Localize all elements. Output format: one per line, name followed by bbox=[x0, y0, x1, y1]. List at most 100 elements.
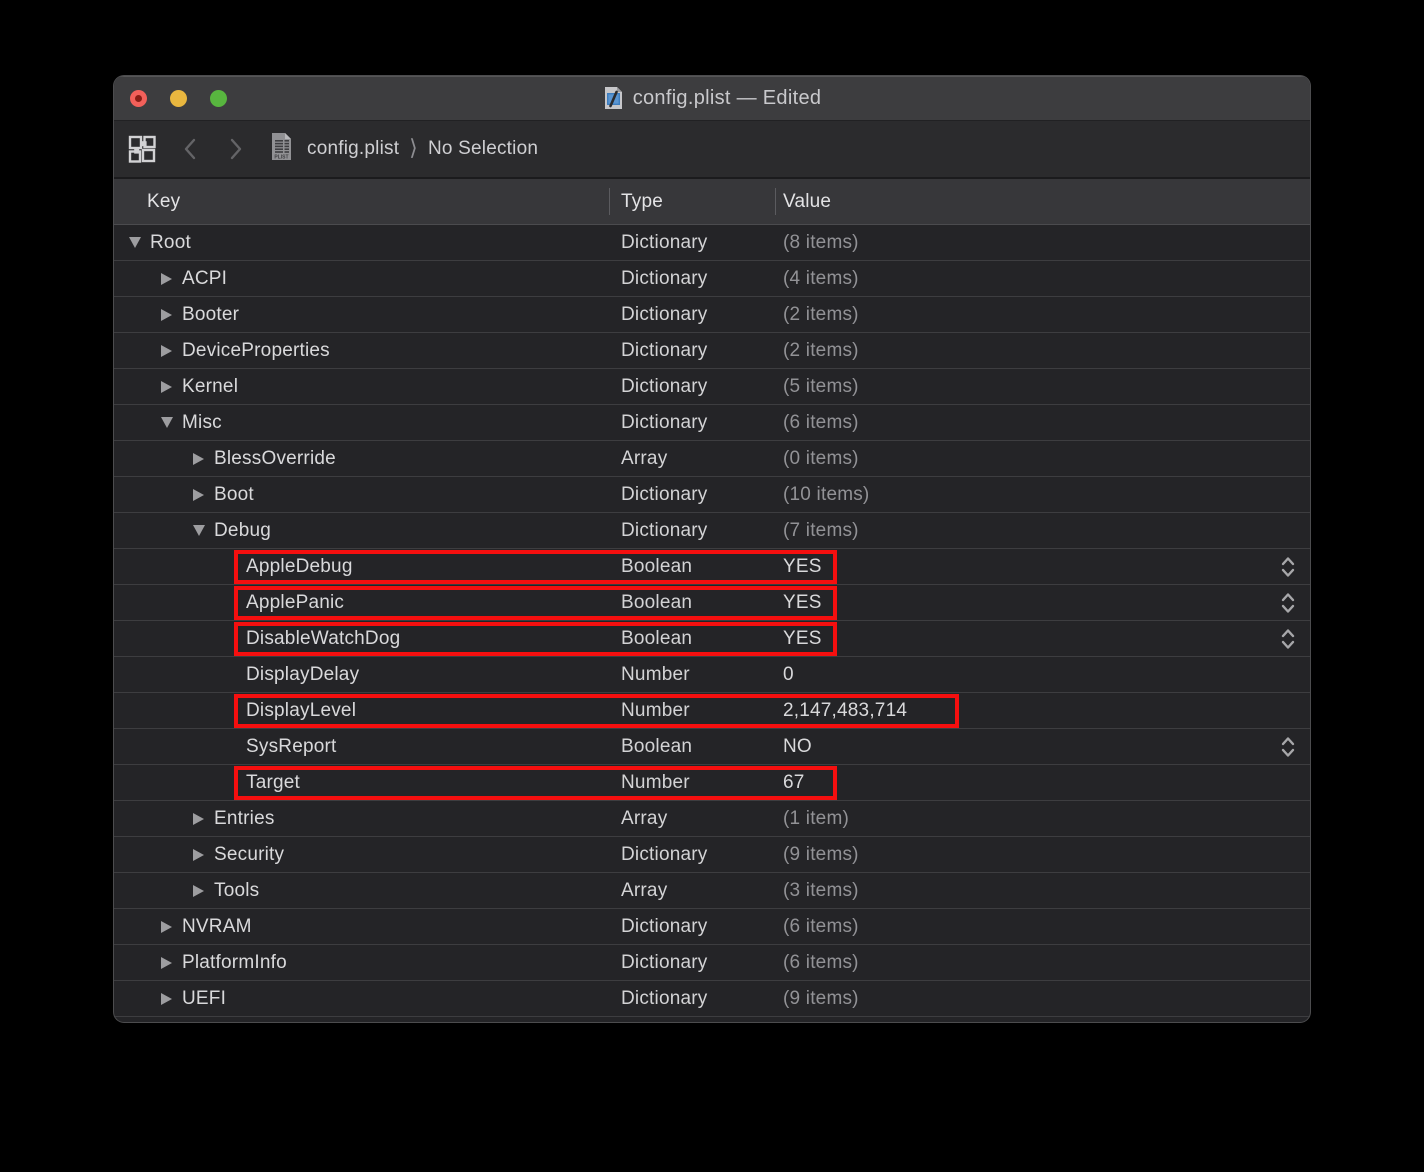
table-row-blessoverride[interactable]: BlessOverride Array (0 items) bbox=[114, 441, 1310, 477]
table-row-misc[interactable]: Misc Dictionary (6 items) bbox=[114, 405, 1310, 441]
value-cell[interactable]: (4 items) bbox=[775, 261, 1310, 296]
value-stepper[interactable] bbox=[1280, 590, 1296, 615]
type-cell[interactable]: Number bbox=[609, 693, 775, 728]
value-cell[interactable]: YES bbox=[775, 549, 1310, 584]
type-cell[interactable]: Dictionary bbox=[609, 513, 775, 548]
type-cell[interactable]: Dictionary bbox=[609, 297, 775, 332]
table-row-uefi[interactable]: UEFI Dictionary (9 items) bbox=[114, 981, 1310, 1017]
disclosure-triangle-icon[interactable] bbox=[193, 849, 214, 861]
type-cell[interactable]: Number bbox=[609, 765, 775, 800]
type-cell[interactable]: Dictionary bbox=[609, 333, 775, 368]
value-cell[interactable]: (6 items) bbox=[775, 945, 1310, 980]
value-cell[interactable]: (9 items) bbox=[775, 837, 1310, 872]
value-cell[interactable]: (3 items) bbox=[775, 873, 1310, 908]
table-row-boot[interactable]: Boot Dictionary (10 items) bbox=[114, 477, 1310, 513]
type-cell[interactable]: Array bbox=[609, 801, 775, 836]
table-row-applepanic[interactable]: ApplePanic Boolean YES bbox=[114, 585, 1310, 621]
table-row-entries[interactable]: Entries Array (1 item) bbox=[114, 801, 1310, 837]
disclosure-triangle-icon[interactable] bbox=[129, 237, 150, 248]
table-row-displaydelay[interactable]: DisplayDelay Number 0 bbox=[114, 657, 1310, 693]
column-divider[interactable] bbox=[609, 188, 610, 215]
table-row-acpi[interactable]: ACPI Dictionary (4 items) bbox=[114, 261, 1310, 297]
value-cell[interactable]: (10 items) bbox=[775, 477, 1310, 512]
breadcrumb-item-selection[interactable]: No Selection bbox=[428, 138, 538, 160]
breadcrumb-item-file[interactable]: config.plist bbox=[307, 138, 399, 160]
value-cell[interactable]: 2,147,483,714 bbox=[775, 693, 1310, 728]
column-header-key[interactable]: Key bbox=[114, 179, 609, 224]
go-back-button[interactable] bbox=[182, 137, 198, 161]
disclosure-triangle-icon[interactable] bbox=[161, 381, 182, 393]
column-header-type[interactable]: Type bbox=[609, 179, 775, 224]
type-cell[interactable]: Dictionary bbox=[609, 477, 775, 512]
value-cell[interactable]: (6 items) bbox=[775, 909, 1310, 944]
value-stepper[interactable] bbox=[1280, 554, 1296, 579]
table-row-nvram[interactable]: NVRAM Dictionary (6 items) bbox=[114, 909, 1310, 945]
table-row-deviceproperties[interactable]: DeviceProperties Dictionary (2 items) bbox=[114, 333, 1310, 369]
type-cell[interactable]: Array bbox=[609, 873, 775, 908]
related-items-button[interactable] bbox=[128, 135, 156, 163]
type-cell[interactable]: Dictionary bbox=[609, 945, 775, 980]
disclosure-triangle-icon[interactable] bbox=[161, 417, 182, 428]
table-row-sysreport[interactable]: SysReport Boolean NO bbox=[114, 729, 1310, 765]
disclosure-triangle-icon[interactable] bbox=[193, 813, 214, 825]
table-row-disablewatchdog[interactable]: DisableWatchDog Boolean YES bbox=[114, 621, 1310, 657]
value-cell[interactable]: (8 items) bbox=[775, 225, 1310, 260]
value-cell[interactable]: YES bbox=[775, 621, 1310, 656]
disclosure-triangle-icon[interactable] bbox=[161, 345, 182, 357]
type-cell[interactable]: Dictionary bbox=[609, 981, 775, 1016]
disclosure-triangle-icon[interactable] bbox=[161, 273, 182, 285]
value-cell[interactable]: (2 items) bbox=[775, 333, 1310, 368]
key-label: ACPI bbox=[182, 267, 228, 289]
table-row-platforminfo[interactable]: PlatformInfo Dictionary (6 items) bbox=[114, 945, 1310, 981]
column-header-value[interactable]: Value bbox=[775, 179, 1310, 224]
table-row-debug[interactable]: Debug Dictionary (7 items) bbox=[114, 513, 1310, 549]
type-cell[interactable]: Dictionary bbox=[609, 909, 775, 944]
go-forward-button[interactable] bbox=[228, 137, 244, 161]
type-cell[interactable]: Dictionary bbox=[609, 837, 775, 872]
close-button[interactable] bbox=[130, 89, 147, 107]
value-cell[interactable]: 0 bbox=[775, 657, 1310, 692]
table-row-kernel[interactable]: Kernel Dictionary (5 items) bbox=[114, 369, 1310, 405]
disclosure-triangle-icon[interactable] bbox=[161, 921, 182, 933]
disclosure-triangle-icon[interactable] bbox=[161, 993, 182, 1005]
value-cell[interactable]: (9 items) bbox=[775, 981, 1310, 1016]
disclosure-triangle-icon[interactable] bbox=[193, 525, 214, 536]
type-cell[interactable]: Dictionary bbox=[609, 225, 775, 260]
table-row-root[interactable]: Root Dictionary (8 items) bbox=[114, 225, 1310, 261]
value-cell[interactable]: (1 item) bbox=[775, 801, 1310, 836]
minimize-button[interactable] bbox=[170, 89, 187, 107]
disclosure-triangle-icon[interactable] bbox=[193, 885, 214, 897]
column-divider[interactable] bbox=[775, 188, 776, 215]
disclosure-triangle-icon[interactable] bbox=[193, 453, 214, 465]
table-row-booter[interactable]: Booter Dictionary (2 items) bbox=[114, 297, 1310, 333]
table-row-appledebug[interactable]: AppleDebug Boolean YES bbox=[114, 549, 1310, 585]
disclosure-triangle-icon[interactable] bbox=[161, 309, 182, 321]
type-cell[interactable]: Array bbox=[609, 441, 775, 476]
type-cell[interactable]: Boolean bbox=[609, 585, 775, 620]
value-cell[interactable]: YES bbox=[775, 585, 1310, 620]
table-row-security[interactable]: Security Dictionary (9 items) bbox=[114, 837, 1310, 873]
value-cell[interactable]: (7 items) bbox=[775, 513, 1310, 548]
value-cell[interactable]: (6 items) bbox=[775, 405, 1310, 440]
type-cell[interactable]: Boolean bbox=[609, 621, 775, 656]
type-cell[interactable]: Number bbox=[609, 657, 775, 692]
table-row-target[interactable]: Target Number 67 bbox=[114, 765, 1310, 801]
type-cell[interactable]: Boolean bbox=[609, 549, 775, 584]
value-stepper[interactable] bbox=[1280, 626, 1296, 651]
value-cell[interactable]: 67 bbox=[775, 765, 1310, 800]
type-cell[interactable]: Dictionary bbox=[609, 261, 775, 296]
table-row-tools[interactable]: Tools Array (3 items) bbox=[114, 873, 1310, 909]
zoom-button[interactable] bbox=[210, 89, 227, 107]
value-stepper[interactable] bbox=[1280, 734, 1296, 759]
type-cell[interactable]: Boolean bbox=[609, 729, 775, 764]
disclosure-triangle-icon[interactable] bbox=[193, 489, 214, 501]
value-cell[interactable]: (2 items) bbox=[775, 297, 1310, 332]
titlebar[interactable]: config.plist — Edited bbox=[114, 76, 1310, 120]
value-cell[interactable]: NO bbox=[775, 729, 1310, 764]
table-row-displaylevel[interactable]: DisplayLevel Number 2,147,483,714 bbox=[114, 693, 1310, 729]
disclosure-triangle-icon[interactable] bbox=[161, 957, 182, 969]
value-cell[interactable]: (0 items) bbox=[775, 441, 1310, 476]
type-cell[interactable]: Dictionary bbox=[609, 405, 775, 440]
type-cell[interactable]: Dictionary bbox=[609, 369, 775, 404]
value-cell[interactable]: (5 items) bbox=[775, 369, 1310, 404]
